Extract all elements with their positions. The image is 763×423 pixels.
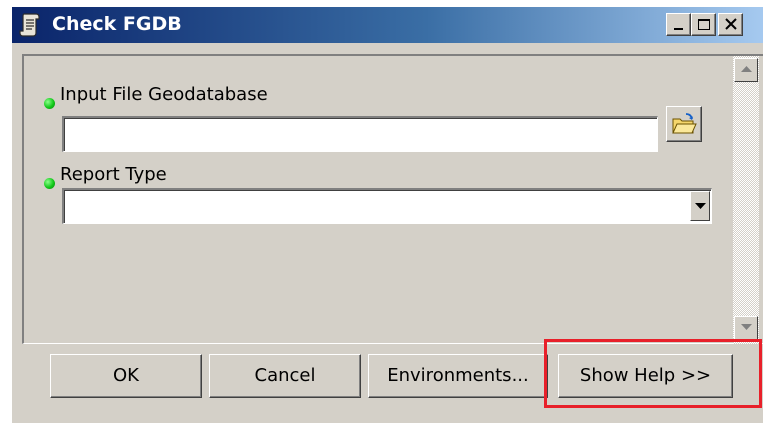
close-button[interactable] bbox=[718, 13, 743, 36]
report-type-dropdown[interactable] bbox=[62, 188, 712, 224]
parameters-panel: Input File Geodatabase Report Type bbox=[22, 54, 763, 344]
cancel-button[interactable]: Cancel bbox=[209, 354, 361, 398]
close-icon bbox=[725, 18, 737, 30]
report-type-label: Report Type bbox=[60, 164, 167, 185]
chevron-down-icon bbox=[695, 203, 706, 209]
arrow-down-icon bbox=[741, 324, 752, 330]
vertical-scrollbar[interactable] bbox=[733, 56, 759, 344]
open-folder-icon bbox=[672, 113, 697, 134]
tool-dialog-window: Check FGDB Input File Geodatabase Report… bbox=[10, 5, 763, 423]
maximize-button[interactable] bbox=[691, 13, 716, 36]
scroll-down-button[interactable] bbox=[734, 316, 758, 340]
arrow-up-icon bbox=[741, 66, 752, 72]
required-indicator-icon bbox=[44, 98, 55, 109]
show-help-button[interactable]: Show Help >> bbox=[558, 354, 733, 398]
title-bar[interactable]: Check FGDB bbox=[12, 7, 763, 43]
input-geodatabase-field[interactable] bbox=[62, 116, 658, 152]
required-indicator-icon bbox=[44, 178, 55, 189]
minimize-icon bbox=[674, 28, 683, 30]
input-geodatabase-label: Input File Geodatabase bbox=[60, 84, 268, 105]
minimize-button[interactable] bbox=[666, 13, 691, 36]
report-type-dropdown-button[interactable] bbox=[690, 191, 710, 221]
scroll-up-button[interactable] bbox=[734, 58, 758, 82]
window-title: Check FGDB bbox=[52, 13, 182, 35]
maximize-icon bbox=[698, 19, 710, 30]
script-scroll-icon bbox=[19, 13, 40, 37]
environments-button[interactable]: Environments... bbox=[368, 354, 548, 398]
browse-button[interactable] bbox=[666, 106, 702, 142]
ok-button[interactable]: OK bbox=[50, 354, 202, 398]
